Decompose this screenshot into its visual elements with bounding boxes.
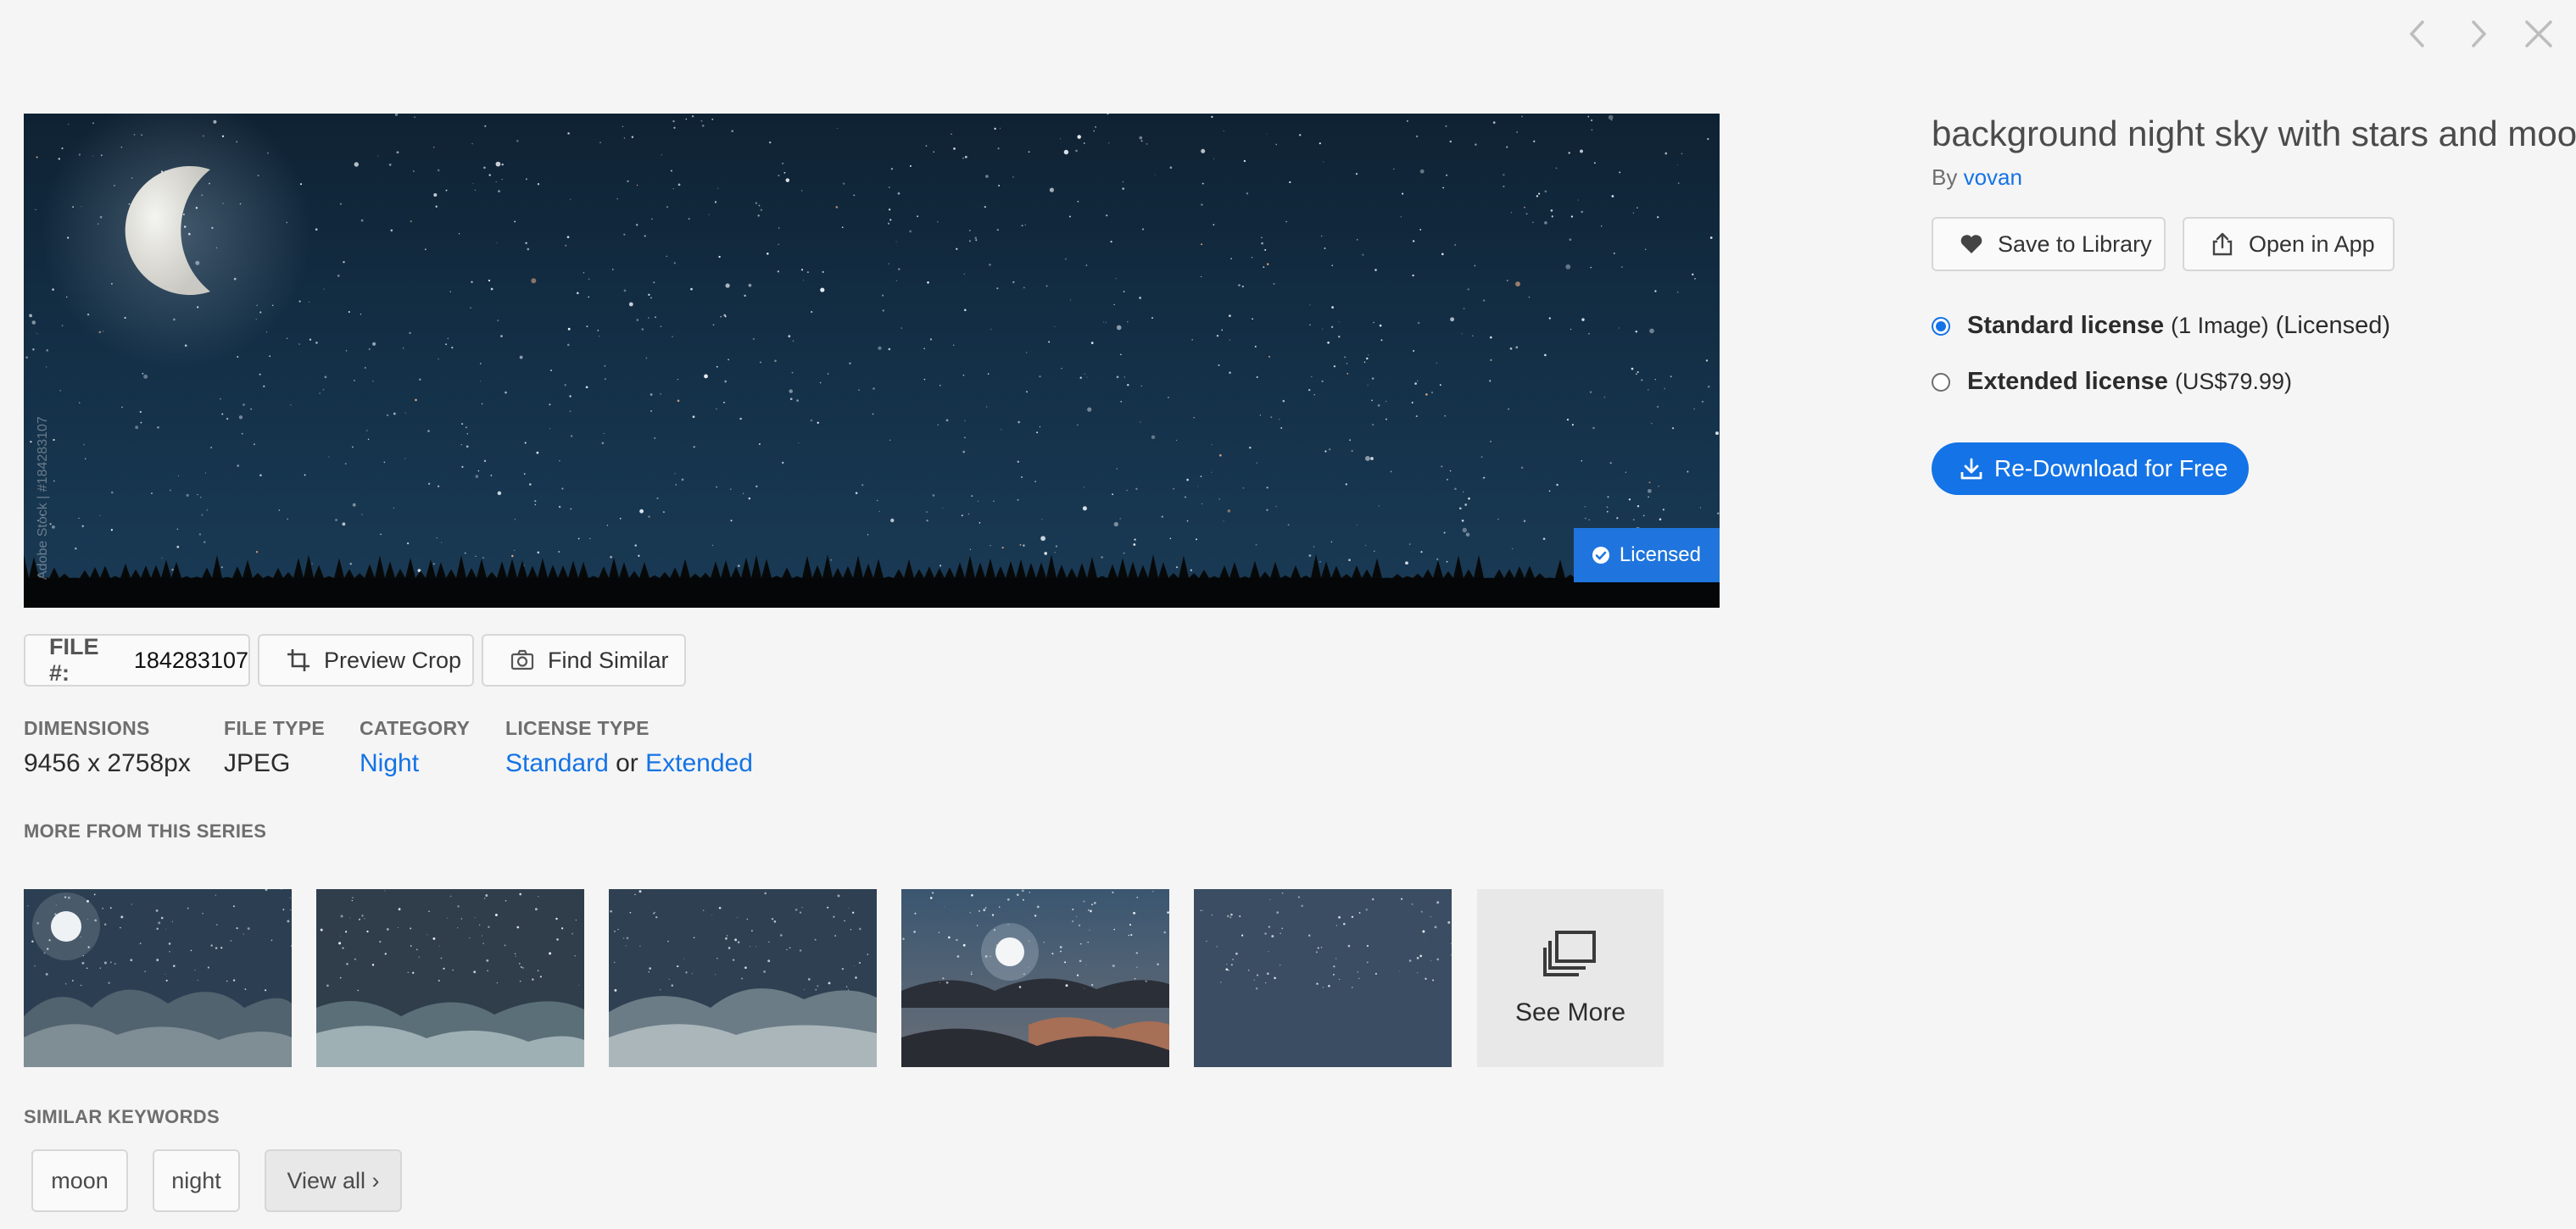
side-watermark-id: Adobe Stock | #184283107 [36,416,50,580]
preview-crop-label: Preview Crop [324,647,462,673]
redownload-label: Re-Download for Free [1994,455,2228,481]
preview-crop-button[interactable]: Preview Crop [258,634,474,687]
open-in-app-label: Open in App [2249,231,2375,257]
save-to-library-label: Save to Library [1998,231,2152,257]
file-number-value: 184283107 [133,647,248,673]
check-circle-icon [1592,547,1609,564]
find-similar-button[interactable]: Find Similar [482,634,686,687]
extended-license-link[interactable]: Extended [645,749,753,777]
main-preview-image[interactable]: Adobe Stock | #184283107 Licensed [24,114,1720,608]
series-thumb-1[interactable] [24,889,292,1067]
dimensions-label: DIMENSIONS [24,717,150,739]
prev-arrow-icon[interactable] [2400,15,2437,53]
download-icon [1960,458,1982,480]
next-arrow-icon[interactable] [2459,15,2496,53]
license-type-value: Standard or Extended [505,749,753,778]
standard-license-detail: (1 Image) [2171,313,2269,338]
license-or-text: or [616,749,638,777]
file-number-label: FILE #: [49,634,99,686]
view-all-keywords-button[interactable]: View all › [265,1149,402,1212]
extended-license-option[interactable]: Extended license (US$79.99) [1932,368,2292,396]
file-type-label: FILE TYPE [224,717,325,739]
file-type-value: JPEG [224,749,291,777]
keyword-tag-night[interactable]: night [153,1149,240,1212]
licensed-badge[interactable]: Licensed [1573,528,1720,582]
keywords-heading: SIMILAR KEYWORDS [24,1106,220,1127]
see-more-label: See More [1514,998,1626,1026]
image-stack-icon [1543,931,1596,976]
redownload-button[interactable]: Re-Download for Free [1932,442,2249,495]
extended-license-radio[interactable] [1932,372,1950,392]
author-byline: By vovan [1932,164,2022,191]
standard-license-option[interactable]: Standard license (1 Image) (Licensed) [1932,312,2390,340]
share-icon [2212,232,2233,256]
license-type-label: LICENSE TYPE [505,717,650,739]
series-heading: MORE FROM THIS SERIES [24,820,267,842]
close-icon[interactable] [2520,15,2557,53]
series-thumb-5[interactable] [1194,889,1452,1067]
standard-license-status: (Licensed) [2275,312,2391,339]
dimensions-value: 9456 x 2758px [24,749,191,777]
category-link[interactable]: Night [360,749,419,778]
by-prefix: By [1932,164,1958,190]
camera-icon [510,649,534,670]
author-link[interactable]: vovan [1964,164,2022,190]
series-thumb-3[interactable] [609,889,877,1067]
file-number-chip: FILE #: 184283107 [24,634,250,687]
category-label: CATEGORY [360,717,471,739]
asset-title: background night sky with stars and moon [1932,114,2576,153]
open-in-app-button[interactable]: Open in App [2183,217,2395,271]
find-similar-label: Find Similar [548,647,669,673]
see-more-button[interactable]: See More [1477,889,1664,1067]
standard-license-link[interactable]: Standard [505,749,609,777]
licensed-badge-label: Licensed [1619,543,1701,566]
save-to-library-button[interactable]: Save to Library [1932,217,2166,271]
heart-icon [1960,235,1982,253]
extended-license-name: Extended license [1967,368,2168,395]
series-thumb-4[interactable] [901,889,1169,1067]
extended-license-price: (US$79.99) [2174,369,2293,394]
standard-license-name: Standard license [1967,312,2165,339]
keyword-tag-moon[interactable]: moon [31,1149,128,1212]
crop-icon [287,649,309,671]
standard-license-radio[interactable] [1932,316,1950,336]
series-thumb-2[interactable] [316,889,584,1067]
